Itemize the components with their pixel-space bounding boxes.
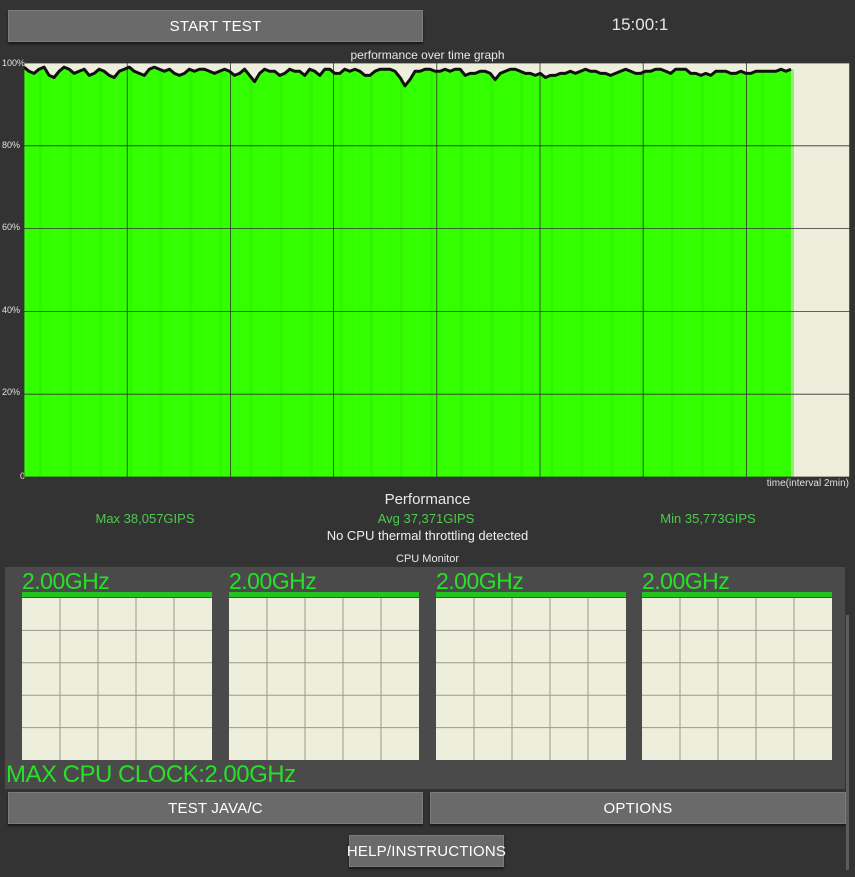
cpu-monitor-title: CPU Monitor	[396, 553, 459, 565]
help-instructions-button[interactable]: HELP/INSTRUCTIONS	[347, 835, 506, 867]
max-performance: Max 38,057GIPS	[95, 511, 195, 526]
area-shade-stripe	[234, 75, 238, 477]
performance-area	[24, 67, 791, 477]
area-shade-stripe	[174, 73, 178, 477]
y-tick-40: 40%	[2, 305, 21, 315]
area-shade-stripe	[730, 73, 734, 477]
area-shade-stripe	[715, 71, 719, 477]
y-tick-100: 100%	[2, 58, 26, 68]
y-tick-60: 60%	[2, 222, 21, 232]
x-axis-label: time(interval 2min)	[766, 478, 849, 489]
area-shade-stripe	[279, 75, 283, 477]
area-shade-stripe	[324, 69, 328, 477]
area-shade-stripe	[670, 73, 674, 477]
area-shade-stripe	[700, 75, 704, 477]
area-shade-stripe	[189, 69, 193, 477]
area-shade-stripe	[505, 71, 509, 477]
area-shade-stripe	[309, 69, 313, 477]
area-shade-stripe	[384, 69, 388, 477]
area-shade-stripe	[520, 71, 524, 477]
area-shade-stripe	[354, 69, 358, 477]
area-shade-stripe	[54, 77, 58, 477]
area-shade-stripe	[144, 75, 148, 477]
area-shade-stripe	[610, 75, 614, 477]
area-shade-stripe	[400, 77, 403, 477]
test-java-c-button[interactable]: TEST JAVA/C	[8, 792, 423, 824]
area-shade-stripe	[565, 73, 569, 477]
area-shade-stripe	[445, 69, 449, 477]
min-performance: Min 35,773GIPS	[660, 511, 756, 526]
core-2-freq-bar	[229, 592, 419, 597]
scrollbar[interactable]	[846, 615, 849, 870]
area-shade-stripe	[159, 69, 163, 477]
area-shade-stripe	[99, 69, 103, 477]
core-1-freq-bar	[22, 592, 212, 597]
area-shade-stripe	[791, 69, 794, 477]
area-shade-stripe	[24, 67, 27, 477]
core-4-frequency: 2.00GHz	[642, 568, 730, 594]
area-shade-stripe	[114, 77, 118, 477]
y-tick-20: 20%	[2, 387, 21, 397]
area-shade-stripe	[490, 73, 494, 477]
area-shade-stripe	[339, 73, 343, 477]
area-shade-stripe	[475, 73, 479, 477]
area-shade-stripe	[760, 71, 764, 477]
area-shade-stripe	[625, 69, 629, 477]
area-shade-stripe	[219, 71, 223, 477]
area-shade-stripe	[39, 69, 42, 477]
y-tick-80: 80%	[2, 140, 21, 150]
core-3-frequency: 2.00GHz	[436, 568, 524, 594]
test-timer: 15:00:1	[611, 15, 669, 34]
core-1-load-graph	[22, 598, 212, 760]
performance-title: Performance	[384, 491, 471, 508]
area-shade-stripe	[84, 69, 88, 477]
area-shade-stripe	[129, 67, 133, 477]
area-shade-stripe	[294, 71, 298, 477]
area-shade-stripe	[655, 69, 659, 477]
area-shade-stripe	[415, 71, 418, 477]
area-shade-stripe	[369, 75, 373, 477]
area-shade-stripe	[580, 71, 584, 477]
max-cpu-clock: MAX CPU CLOCK:2.00GHz	[6, 761, 296, 788]
area-shade-stripe	[69, 69, 73, 477]
core-2-frequency: 2.00GHz	[229, 568, 317, 594]
core-2-load-graph	[229, 598, 419, 760]
area-shade-stripe	[249, 75, 253, 477]
area-shade-stripe	[776, 71, 779, 477]
core-3-load-graph	[436, 598, 626, 760]
area-shade-stripe	[550, 75, 554, 477]
core-4-freq-bar	[642, 592, 832, 597]
avg-performance: Avg 37,371GIPS	[377, 511, 475, 526]
area-shade-stripe	[264, 69, 268, 477]
performance-graph	[24, 63, 850, 477]
area-shade-stripe	[204, 69, 208, 477]
area-shade-stripe	[460, 69, 464, 477]
options-button[interactable]: OPTIONS	[430, 792, 846, 824]
area-shade-stripe	[430, 69, 434, 477]
core-3-freq-bar	[436, 592, 626, 597]
core-1-frequency: 2.00GHz	[22, 568, 110, 594]
area-shade-stripe	[685, 69, 689, 477]
area-shade-stripe	[535, 75, 539, 477]
core-4-load-graph	[642, 598, 832, 760]
throttling-status: No CPU thermal throttling detected	[326, 528, 529, 543]
graph-title: performance over time graph	[350, 48, 505, 62]
area-shade-stripe	[595, 71, 599, 477]
start-test-button[interactable]: START TEST	[8, 10, 423, 42]
